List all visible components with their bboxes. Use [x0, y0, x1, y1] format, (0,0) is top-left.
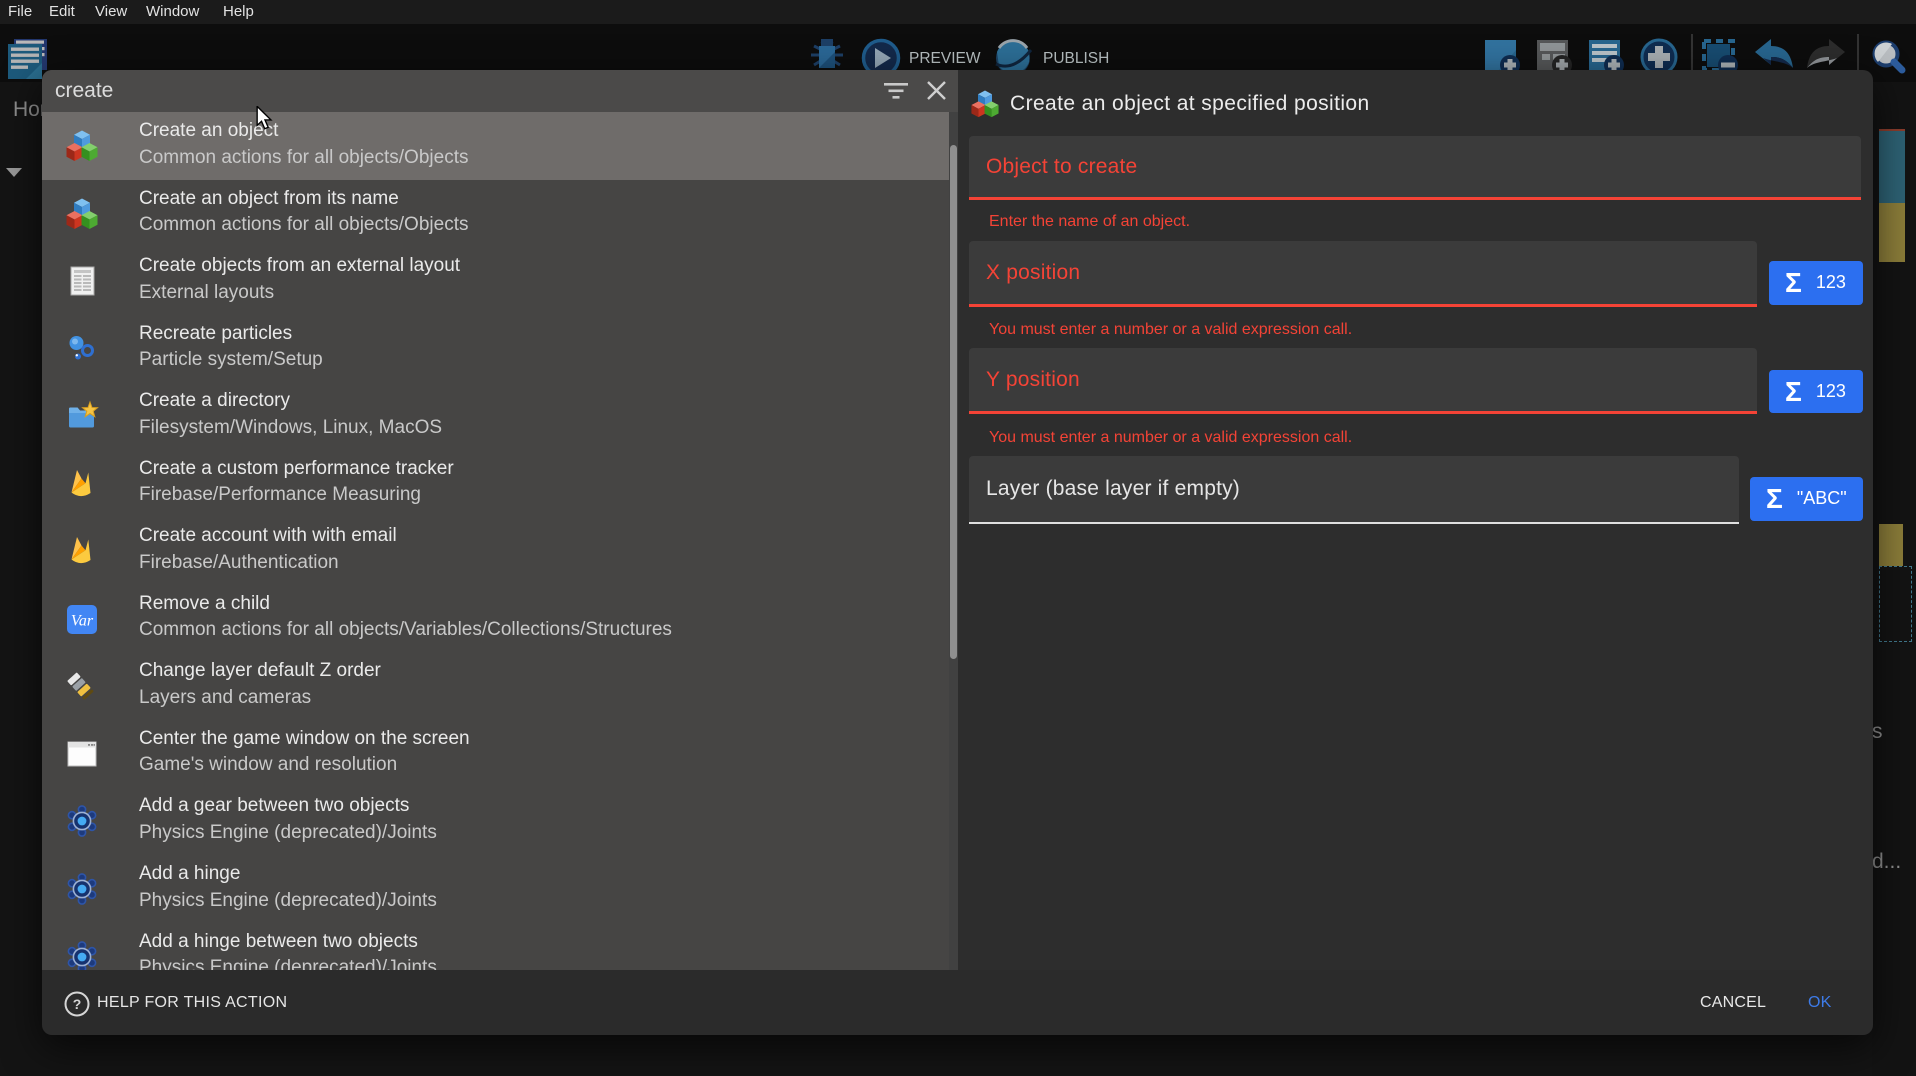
svg-text:?: ? — [73, 996, 82, 1012]
svg-text:Var: Var — [71, 612, 94, 629]
